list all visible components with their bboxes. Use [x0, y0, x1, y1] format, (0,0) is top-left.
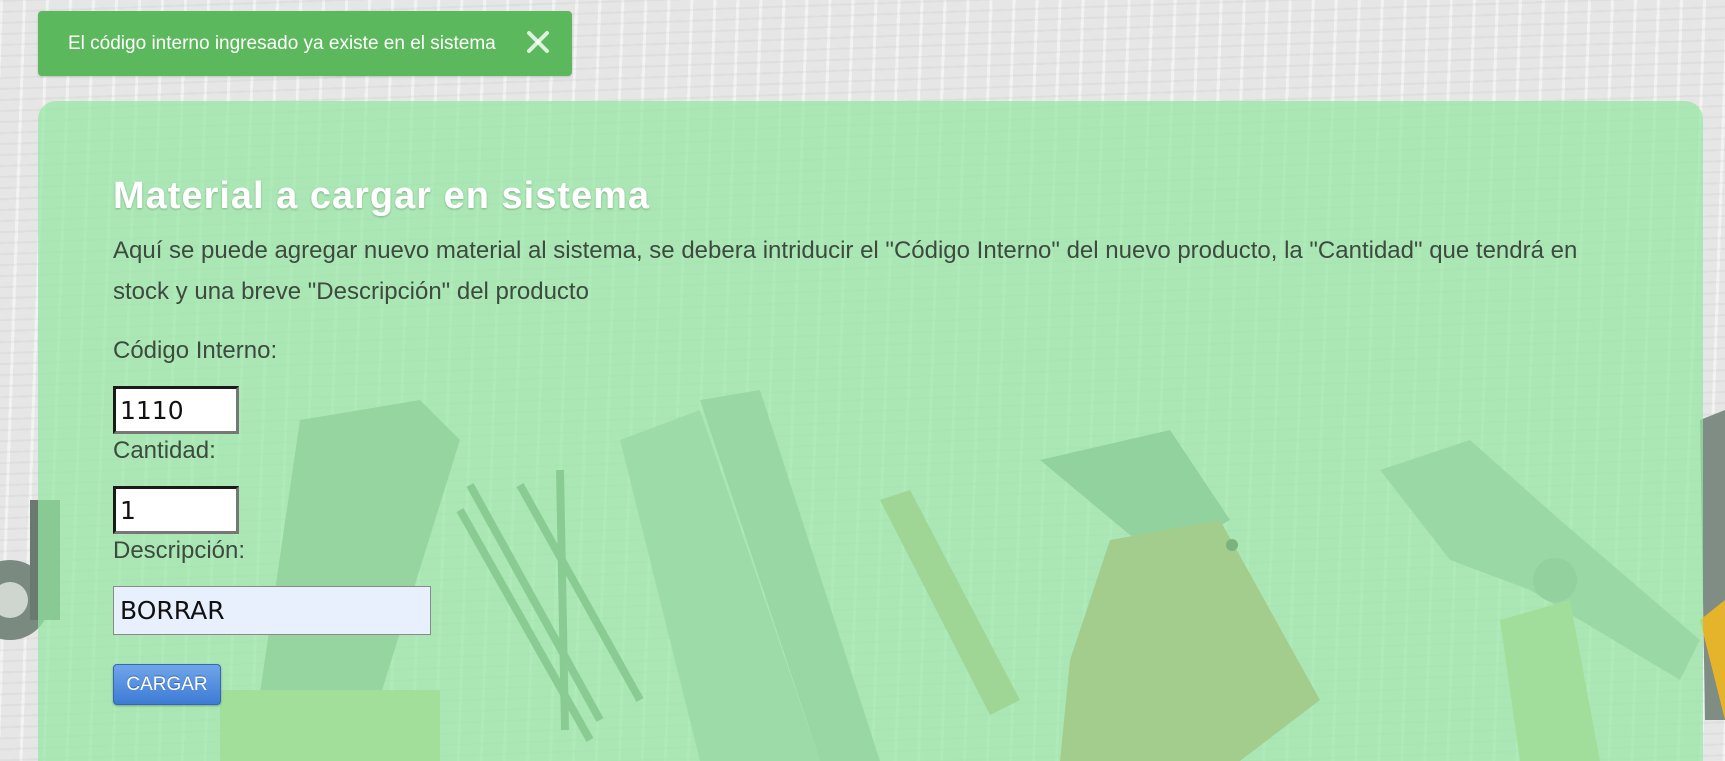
error-alert: El código interno ingresado ya existe en… [38, 11, 572, 76]
descripcion-input[interactable] [113, 586, 431, 635]
form-content: Material a cargar en sistema Aquí se pue… [113, 172, 1633, 705]
alert-message: El código interno ingresado ya existe en… [68, 32, 496, 54]
tool-handle-icon [1700, 600, 1725, 720]
screwdriver-icon [1700, 410, 1725, 720]
cantidad-label: Cantidad: [113, 437, 216, 464]
codigo-interno-input[interactable] [113, 386, 239, 434]
close-icon[interactable] [521, 25, 555, 59]
page-description: Aquí se puede agregar nuevo material al … [113, 237, 1578, 305]
codigo-interno-label: Código Interno: [113, 337, 278, 364]
cargar-button[interactable]: CARGAR [113, 664, 221, 705]
cantidad-input[interactable] [113, 486, 239, 534]
page-title: Material a cargar en sistema [113, 175, 651, 217]
descripcion-label: Descripción: [113, 537, 246, 564]
